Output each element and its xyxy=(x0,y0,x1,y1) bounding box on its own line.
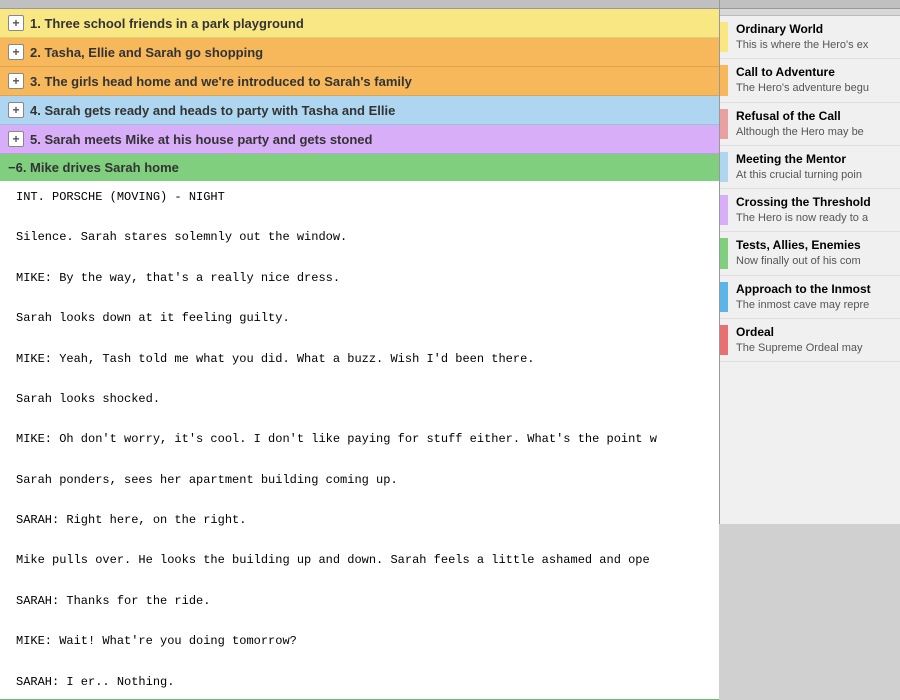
structure-list: +1. Three school friends in a park playg… xyxy=(0,9,719,700)
key-text-0: Ordinary World This is where the Hero's e… xyxy=(736,22,900,52)
key-text-5: Tests, Allies, Enemies Now finally out of… xyxy=(736,238,900,268)
expand-icon-2[interactable]: + xyxy=(8,44,24,60)
script-line: SARAH: Thanks for the ride. xyxy=(16,592,703,611)
script-line xyxy=(16,491,703,510)
key-color-bar-3 xyxy=(720,152,728,182)
key-title-6: Approach to the Inmost xyxy=(736,282,896,296)
key-desc-5: Now finally out of his com xyxy=(736,254,896,268)
key-desc-2: Although the Hero may be xyxy=(736,125,896,139)
script-line xyxy=(16,208,703,227)
script-line xyxy=(16,652,703,671)
key-desc-1: The Hero's adventure begu xyxy=(736,81,896,95)
scene-item-5[interactable]: +5. Sarah meets Mike at his house party … xyxy=(0,125,719,154)
script-line: MIKE: Wait! What're you doing tomorrow? xyxy=(16,632,703,651)
right-panel-header xyxy=(720,0,900,9)
scene-label-1: 1. Three school friends in a park playgr… xyxy=(30,16,304,31)
scene-item-1[interactable]: +1. Three school friends in a park playg… xyxy=(0,9,719,38)
key-desc-4: The Hero is now ready to a xyxy=(736,211,896,225)
key-color-bar-1 xyxy=(720,65,728,95)
key-item-3: Meeting the Mentor At this crucial turnin… xyxy=(720,146,900,189)
script-line xyxy=(16,410,703,429)
key-text-4: Crossing the Threshold The Hero is now re… xyxy=(736,195,900,225)
key-title-1: Call to Adventure xyxy=(736,65,896,79)
key-item-6: Approach to the Inmost The inmost cave ma… xyxy=(720,276,900,319)
scene-label-5: 5. Sarah meets Mike at his house party a… xyxy=(30,132,372,147)
key-desc-7: The Supreme Ordeal may xyxy=(736,341,896,355)
key-color-bar-2 xyxy=(720,109,728,139)
right-panel: Ordinary World This is where the Hero's e… xyxy=(720,0,900,524)
script-line xyxy=(16,612,703,631)
scene-item-6: −6. Mike drives Sarah homeINT. PORSCHE (… xyxy=(0,154,719,700)
script-line xyxy=(16,370,703,389)
script-line: Mike pulls over. He looks the building u… xyxy=(16,551,703,570)
key-item-0: Ordinary World This is where the Hero's e… xyxy=(720,16,900,59)
script-line xyxy=(16,531,703,550)
script-line: MIKE: By the way, that's a really nice d… xyxy=(16,269,703,288)
key-color-bar-5 xyxy=(720,238,728,268)
collapse-icon-6[interactable]: − xyxy=(8,160,16,175)
scene-label-2: 2. Tasha, Ellie and Sarah go shopping xyxy=(30,45,263,60)
expand-icon-5[interactable]: + xyxy=(8,131,24,147)
key-color-bar-4 xyxy=(720,195,728,225)
script-line: MIKE: Yeah, Tash told me what you did. W… xyxy=(16,350,703,369)
key-desc-6: The inmost cave may repre xyxy=(736,298,896,312)
scene-item-3[interactable]: +3. The girls head home and we're introd… xyxy=(0,67,719,96)
scene-label-4: 4. Sarah gets ready and heads to party w… xyxy=(30,103,395,118)
key-desc-3: At this crucial turning poin xyxy=(736,168,896,182)
script-line: Sarah ponders, sees her apartment buildi… xyxy=(16,471,703,490)
script-line xyxy=(16,249,703,268)
script-line: SARAH: I er.. Nothing. xyxy=(16,673,703,692)
key-text-6: Approach to the Inmost The inmost cave ma… xyxy=(736,282,900,312)
script-line: MIKE: Oh don't worry, it's cool. I don't… xyxy=(16,430,703,449)
key-color-bar-0 xyxy=(720,22,728,52)
key-title-4: Crossing the Threshold xyxy=(736,195,896,209)
script-line: Sarah looks shocked. xyxy=(16,390,703,409)
left-panel-header xyxy=(0,0,719,9)
left-panel: +1. Three school friends in a park playg… xyxy=(0,0,720,524)
key-item-2: Refusal of the Call Although the Hero may… xyxy=(720,103,900,146)
key-color-bar-6 xyxy=(720,282,728,312)
script-line: SARAH: Right here, on the right. xyxy=(16,511,703,530)
key-text-1: Call to Adventure The Hero's adventure be… xyxy=(736,65,900,95)
key-title-0: Ordinary World xyxy=(736,22,896,36)
section-column-header xyxy=(720,9,900,16)
key-item-4: Crossing the Threshold The Hero is now re… xyxy=(720,189,900,232)
scene-header-6[interactable]: −6. Mike drives Sarah home xyxy=(0,154,719,181)
scene-item-2[interactable]: +2. Tasha, Ellie and Sarah go shopping xyxy=(0,38,719,67)
key-list: Ordinary World This is where the Hero's e… xyxy=(720,16,900,524)
expand-icon-4[interactable]: + xyxy=(8,102,24,118)
script-line xyxy=(16,572,703,591)
scene-content-6: INT. PORSCHE (MOVING) - NIGHT Silence. S… xyxy=(0,181,719,699)
key-item-5: Tests, Allies, Enemies Now finally out of… xyxy=(720,232,900,275)
expand-icon-1[interactable]: + xyxy=(8,15,24,31)
key-color-bar-7 xyxy=(720,325,728,355)
scene-label-6: 6. Mike drives Sarah home xyxy=(16,160,179,175)
script-line: INT. PORSCHE (MOVING) - NIGHT xyxy=(16,188,703,207)
key-title-3: Meeting the Mentor xyxy=(736,152,896,166)
key-text-3: Meeting the Mentor At this crucial turnin… xyxy=(736,152,900,182)
key-item-7: Ordeal The Supreme Ordeal may xyxy=(720,319,900,362)
scene-item-4[interactable]: +4. Sarah gets ready and heads to party … xyxy=(0,96,719,125)
key-title-5: Tests, Allies, Enemies xyxy=(736,238,896,252)
script-line xyxy=(16,289,703,308)
script-line xyxy=(16,329,703,348)
expand-icon-3[interactable]: + xyxy=(8,73,24,89)
key-text-2: Refusal of the Call Although the Hero may… xyxy=(736,109,900,139)
script-line: Sarah looks down at it feeling guilty. xyxy=(16,309,703,328)
key-title-2: Refusal of the Call xyxy=(736,109,896,123)
script-line: Silence. Sarah stares solemnly out the w… xyxy=(16,228,703,247)
scene-label-3: 3. The girls head home and we're introdu… xyxy=(30,74,412,89)
key-title-7: Ordeal xyxy=(736,325,896,339)
key-text-7: Ordeal The Supreme Ordeal may xyxy=(736,325,900,355)
key-item-1: Call to Adventure The Hero's adventure be… xyxy=(720,59,900,102)
key-desc-0: This is where the Hero's ex xyxy=(736,38,896,52)
script-line xyxy=(16,450,703,469)
